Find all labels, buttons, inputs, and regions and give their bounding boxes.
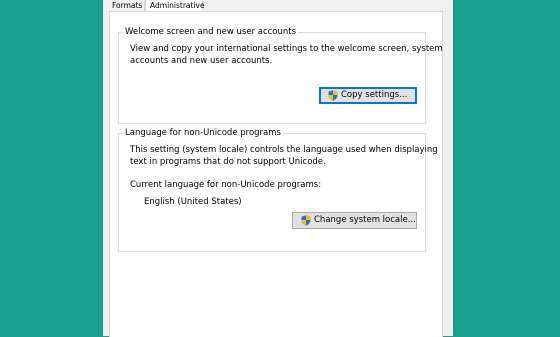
non-unicode-description-line2: text in programs that do not support Uni… [130,157,326,167]
non-unicode-group-title: Language for non-Unicode programs [123,128,283,139]
non-unicode-group: Language for non-Unicode programs This s… [118,128,438,252]
tab-formats[interactable]: Formats [108,0,145,11]
welcome-description-line2: accounts and new user accounts. [130,56,273,66]
uac-shield-icon [328,90,338,101]
copy-settings-label: Copy settings... [341,90,408,100]
change-system-locale-label: Change system locale... [314,215,416,225]
non-unicode-description-line1: This setting (system locale) controls th… [130,145,438,155]
uac-shield-icon [301,215,311,226]
welcome-description-line1: View and copy your international setting… [130,44,443,54]
current-language-value: English (United States) [144,197,242,207]
change-system-locale-button[interactable]: Change system locale... [292,212,417,229]
welcome-group-title: Welcome screen and new user accounts [123,27,299,38]
copy-settings-button[interactable]: Copy settings... [319,87,417,104]
current-language-label: Current language for non-Unicode program… [130,180,322,190]
welcome-screen-group: Welcome screen and new user accounts Vie… [118,27,443,124]
tab-content-administrative: Welcome screen and new user accounts Vie… [109,11,443,337]
region-settings-dialog: Formats Administrative Welcome screen an… [103,0,453,337]
